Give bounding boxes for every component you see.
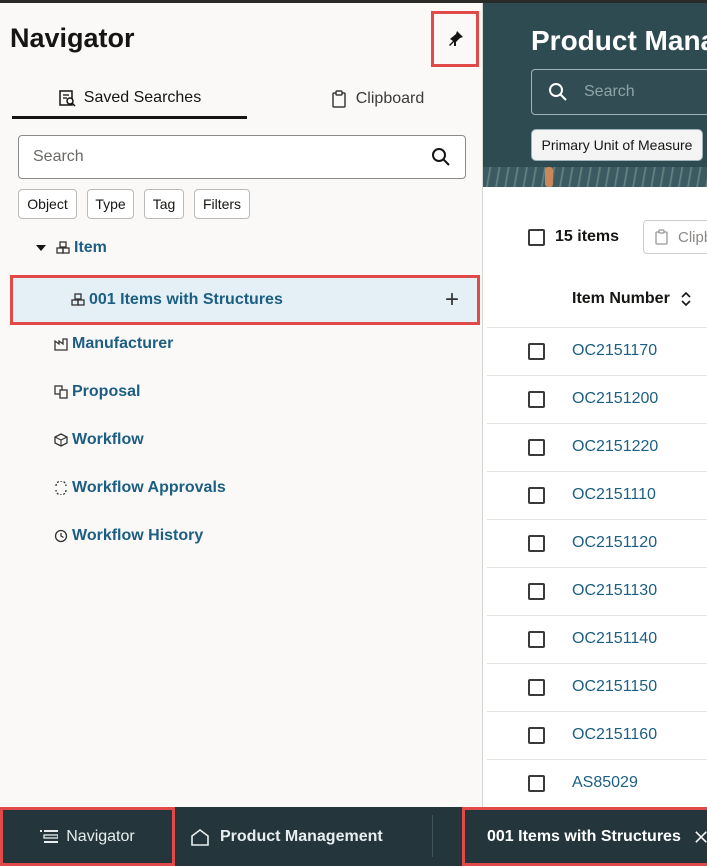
row-checkbox[interactable] [528,487,545,504]
navigator-panel: Navigator Saved Searches Clipboard Searc… [0,3,483,807]
item-number-link[interactable]: OC2151170 [572,342,657,360]
table-row[interactable]: OC2151160 [487,711,707,759]
item-number-link[interactable]: OC2151200 [572,390,658,408]
tree-workflow-history-node[interactable]: Workflow History [54,527,203,545]
bottom-taskbar: Navigator Product Management 001 Items w… [0,807,707,866]
table-row[interactable]: OC2151110 [487,471,707,519]
tab-saved-searches[interactable]: Saved Searches [12,79,247,119]
row-checkbox[interactable] [528,679,545,696]
add-to-clipboard-button[interactable]: Clipb [643,220,707,254]
table-row[interactable]: OC2151200 [487,375,707,423]
pin-button[interactable] [431,11,479,67]
tree-item-node[interactable]: Item [36,239,107,257]
pin-icon [449,31,463,46]
tree-workflow-label: Workflow [72,431,144,448]
item-number-link[interactable]: OC2151160 [572,726,657,744]
tree-saved-search-label: 001 Items with Structures [89,291,283,308]
product-management-label: Product Management [220,827,383,845]
product-management-button[interactable]: Product Management [190,807,383,866]
select-all-checkbox[interactable] [528,228,545,246]
tree-selected-row[interactable]: 001 Items with Structures + [10,275,480,325]
caret-down-icon[interactable] [36,245,46,251]
table-row[interactable]: AS85029 [487,759,707,807]
table-row[interactable]: OC2151150 [487,663,707,711]
navigator-button-label: Navigator [66,827,135,845]
items-count: 15 items [528,228,619,246]
header-decoration-accent [545,167,553,187]
tab-clipboard[interactable]: Clipboard [258,79,496,119]
saved-search-icon [59,89,76,107]
item-number-link[interactable]: OC2151110 [572,486,656,504]
tree-item-label: Item [74,239,107,256]
tree-manufacturer-node[interactable]: Manufacturer [54,335,173,353]
item-number-link[interactable]: OC2151150 [572,678,657,696]
column-header-label: Item Number [572,290,670,307]
tree-workflow-history-label: Workflow History [72,527,204,544]
column-header-item-number[interactable]: Item Number [572,290,692,308]
table-row[interactable]: OC2151120 [487,519,707,567]
item-number-link[interactable]: OC2151130 [572,582,657,600]
main-header: Product Mana Search Primary Unit of Meas… [483,3,707,187]
plus-icon[interactable]: + [445,286,459,314]
close-icon[interactable] [695,830,707,844]
proposal-icon [54,385,68,399]
row-checkbox[interactable] [528,535,545,552]
history-icon [54,529,68,543]
item-number-link[interactable]: OC2151120 [572,534,657,552]
clipboard-icon [332,90,346,108]
tree-proposal-node[interactable]: Proposal [54,383,140,401]
header-decoration [483,167,707,187]
row-checkbox[interactable] [528,775,545,792]
search-icon[interactable] [431,147,451,167]
filter-chip-object[interactable]: Object [18,189,77,219]
tree-workflow-approvals-label: Workflow Approvals [72,479,226,496]
tree-manufacturer-label: Manufacturer [72,335,174,352]
item-number-link[interactable]: OC2151140 [572,630,657,648]
row-checkbox[interactable] [528,727,545,744]
tab-clipboard-label: Clipboard [355,90,425,107]
item-number-link[interactable]: AS85029 [572,774,638,792]
page-title: Product Mana [531,25,707,56]
approvals-icon [55,481,67,495]
table-row[interactable]: OC2151170 [487,327,707,375]
taskbar-divider [432,815,433,857]
table-row[interactable]: OC2151130 [487,567,707,615]
clipboard-button-label: Clipb [678,228,707,246]
open-tab-label: 001 Items with Structures [487,827,681,845]
uom-filter-chip[interactable]: Primary Unit of Measure [531,129,703,161]
row-checkbox[interactable] [528,391,545,408]
table-row[interactable]: OC2151140 [487,615,707,663]
tree-proposal-label: Proposal [72,383,141,400]
clipboard-icon [655,229,668,245]
navigator-search-placeholder: Search [33,148,84,165]
factory-icon [54,338,68,351]
filter-chip-tag[interactable]: Tag [144,189,184,219]
tree-workflow-node[interactable]: Workflow [54,431,144,449]
tab-saved-searches-label: Saved Searches [83,88,202,106]
item-cubes-icon [56,241,70,254]
navigator-title: Navigator [10,23,135,53]
item-cubes-icon [71,293,85,306]
table-row[interactable]: OC2151220 [487,423,707,471]
main-search-input[interactable]: Search [531,69,707,115]
navigator-list-icon [40,829,59,843]
filter-chip-filters[interactable]: Filters [194,189,250,219]
workflow-icon [54,433,68,447]
sort-icon[interactable] [680,291,692,307]
row-checkbox[interactable] [528,583,545,600]
tree-saved-search-node[interactable]: 001 Items with Structures [71,291,283,309]
navigator-search-input[interactable]: Search [18,135,466,179]
tree-workflow-approvals-node[interactable]: Workflow Approvals [54,479,226,497]
row-checkbox[interactable] [528,631,545,648]
home-icon [191,828,209,846]
navigator-button[interactable]: Navigator [0,807,175,866]
search-icon [549,83,567,101]
filter-chip-type[interactable]: Type [87,189,134,219]
item-number-link[interactable]: OC2151220 [572,438,658,456]
row-checkbox[interactable] [528,439,545,456]
main-search-placeholder: Search [584,83,635,100]
items-count-label: 15 items [555,228,620,245]
row-checkbox[interactable] [528,343,545,360]
open-tab-items-with-structures[interactable]: 001 Items with Structures [462,807,707,866]
